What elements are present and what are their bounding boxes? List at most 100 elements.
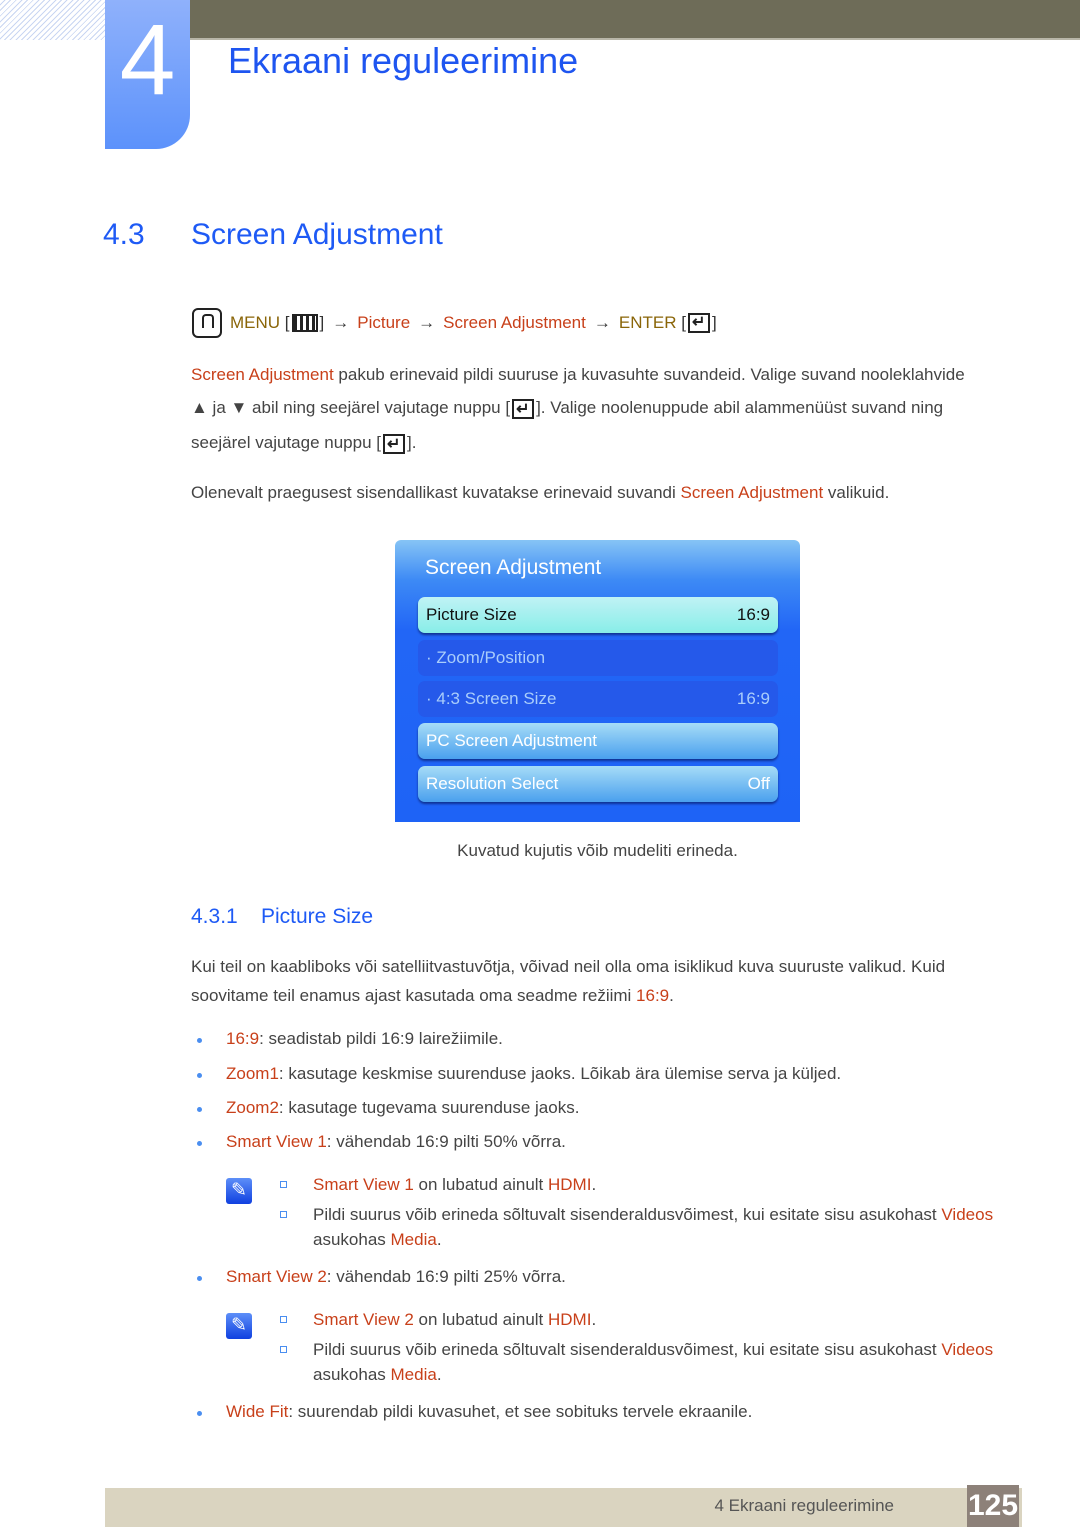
enter-icon xyxy=(512,398,535,422)
figure-caption: Kuvatud kujutis võib mudeliti erineda. xyxy=(457,841,738,860)
intro-line-2: ▲ ja ▼ abil ning seejärel vajutage nuppu… xyxy=(191,396,944,422)
section-heading: 4.3 Screen Adjustment xyxy=(103,218,443,252)
item-desc: : suurendab pildi kuvasuhet, et see sobi… xyxy=(288,1402,753,1421)
enter-icon xyxy=(687,312,710,333)
note-text: on lubatud ainult xyxy=(413,1310,548,1329)
item-label: · Zoom/Position xyxy=(426,648,546,667)
menu-path: MENU [] → Picture → Screen Adjustment → … xyxy=(192,308,717,338)
intro-text: ]. xyxy=(406,433,417,452)
term-highlight: HDMI xyxy=(548,1310,592,1329)
note-text: . xyxy=(436,1230,442,1249)
tv-menu-item-picture-size[interactable]: Picture Size 16:9 xyxy=(418,597,778,633)
arrow: → xyxy=(332,313,350,332)
tv-menu-title: Screen Adjustment xyxy=(425,556,602,579)
term-highlight: Media xyxy=(390,1230,437,1249)
bullet-icon xyxy=(197,1411,202,1416)
item-value: 16:9 xyxy=(736,605,770,624)
square-bullet-icon xyxy=(280,1346,287,1353)
item-desc: : vähendab 16:9 pilti 50% võrra. xyxy=(326,1132,566,1151)
intro-text: . xyxy=(669,986,674,1005)
bracket: [ xyxy=(280,313,290,332)
note-text: . xyxy=(436,1365,442,1384)
intro-text: Olenevalt praegusest sisendallikast kuva… xyxy=(191,483,681,502)
square-bullet-icon xyxy=(280,1211,287,1218)
term-highlight: Smart View 1 xyxy=(313,1175,414,1194)
item-desc: : kasutage tugevama suurenduse jaoks. xyxy=(278,1098,580,1117)
square-bullet-icon xyxy=(280,1316,287,1323)
intro-line-3: seejärel vajutage nuppu []. xyxy=(191,431,417,457)
subsection-intro-line-1: Kui teil on kaabliboks või satelliitvast… xyxy=(191,957,946,976)
note-text: asukohas xyxy=(313,1230,391,1249)
bullet-icon xyxy=(197,1038,202,1043)
section-title: Screen Adjustment xyxy=(191,218,443,251)
tv-menu-item-zoom-position[interactable]: · Zoom/Position xyxy=(418,640,778,676)
hand-press-icon xyxy=(192,308,222,338)
item-label: PC Screen Adjustment xyxy=(426,731,598,750)
picture-label: Picture xyxy=(357,313,411,332)
note-icon xyxy=(226,1178,252,1204)
arrow: → xyxy=(593,313,611,332)
tv-menu-screenshot: Screen Adjustment Picture Size 16:9 · Zoo… xyxy=(395,540,800,822)
intro-line-1: Screen Adjustment pakub erinevaid pildi … xyxy=(191,363,965,387)
term-highlight: Videos xyxy=(941,1205,994,1224)
note-text: on lubatud ainult xyxy=(413,1175,548,1194)
note-text: Pildi suurus võib erineda sõltuvalt sise… xyxy=(313,1340,942,1359)
tv-menu-item-resolution-select[interactable]: Resolution Select Off xyxy=(418,766,778,802)
note-icon xyxy=(226,1313,252,1339)
intro-text: pakub erinevaid pildi suuruse ja kuvasuh… xyxy=(333,365,965,384)
menu-label: MENU xyxy=(230,313,281,332)
term-highlight: Screen Adjustment xyxy=(680,483,824,502)
term-highlight: Smart View 1 xyxy=(226,1132,327,1151)
item-desc: : kasutage keskmise suurenduse jaoks. Lõ… xyxy=(278,1064,842,1083)
item-desc: : seadistab pildi 16:9 lairežiimile. xyxy=(259,1029,503,1048)
item-label: · 4:3 Screen Size xyxy=(426,689,557,708)
item-value: Off xyxy=(747,774,770,793)
subsection-title: Picture Size xyxy=(261,905,374,928)
note-text: Pildi suurus võib erineda sõltuvalt sise… xyxy=(313,1205,942,1224)
intro-text: valikuid. xyxy=(823,483,890,502)
header-hatch-decoration xyxy=(0,0,105,40)
note-text: . xyxy=(591,1310,597,1329)
bullet-icon xyxy=(197,1276,202,1281)
term-highlight: Zoom2 xyxy=(226,1098,279,1117)
tv-menu-item-pc-screen-adjustment[interactable]: PC Screen Adjustment xyxy=(418,723,778,759)
enter-label: ENTER xyxy=(618,313,677,332)
term-highlight: Wide Fit xyxy=(226,1402,289,1421)
header-bar xyxy=(190,0,1080,38)
page-footer: 4 Ekraani reguleerimine xyxy=(105,1488,1022,1527)
square-bullet-icon xyxy=(280,1181,287,1188)
term-highlight: Media xyxy=(390,1365,437,1384)
intro-line-4: Olenevalt praegusest sisendallikast kuva… xyxy=(191,481,889,505)
footer-chapter-label: 4 Ekraani reguleerimine xyxy=(714,1496,894,1515)
screen-adjustment-label: Screen Adjustment xyxy=(443,313,586,332)
subsection-number: 4.3.1 xyxy=(191,905,238,928)
chapter-number: 4 xyxy=(119,4,176,116)
intro-text: ▲ ja ▼ abil ning seejärel vajutage nuppu… xyxy=(191,398,511,417)
term-highlight: HDMI xyxy=(548,1175,592,1194)
chapter-title: Ekraani reguleerimine xyxy=(228,40,579,81)
intro-text: ]. Valige noolenuppude abil alammenüüst … xyxy=(536,398,944,417)
tv-menu-item-4-3-screen-size[interactable]: · 4:3 Screen Size 16:9 xyxy=(418,681,778,717)
item-label: Picture Size xyxy=(426,605,517,624)
bullet-icon xyxy=(197,1107,202,1112)
subsection-intro-line-2: soovitame teil enamus ajast kasutada oma… xyxy=(191,984,674,1008)
arrow: → xyxy=(418,313,436,332)
note-text: . xyxy=(591,1175,597,1194)
intro-text: seejärel vajutage nuppu [ xyxy=(191,433,381,452)
bullet-icon xyxy=(197,1141,202,1146)
enter-icon xyxy=(382,433,405,457)
intro-text: soovitame teil enamus ajast kasutada oma… xyxy=(191,986,637,1005)
term-highlight: Smart View 2 xyxy=(313,1310,414,1329)
term-highlight: Screen Adjustment xyxy=(191,365,334,384)
term-highlight: 16:9 xyxy=(226,1029,260,1048)
term-highlight: 16:9 xyxy=(636,986,670,1005)
term-highlight: Smart View 2 xyxy=(226,1267,327,1286)
subsection-heading: 4.3.1 Picture Size xyxy=(191,905,373,929)
bullet-icon xyxy=(197,1073,202,1078)
item-value: 16:9 xyxy=(736,689,770,708)
chapter-tab: 4 xyxy=(105,0,190,149)
term-highlight: Zoom1 xyxy=(226,1064,279,1083)
section-number: 4.3 xyxy=(103,218,145,251)
item-desc: : vähendab 16:9 pilti 25% võrra. xyxy=(326,1267,566,1286)
item-label: Resolution Select xyxy=(426,774,559,793)
